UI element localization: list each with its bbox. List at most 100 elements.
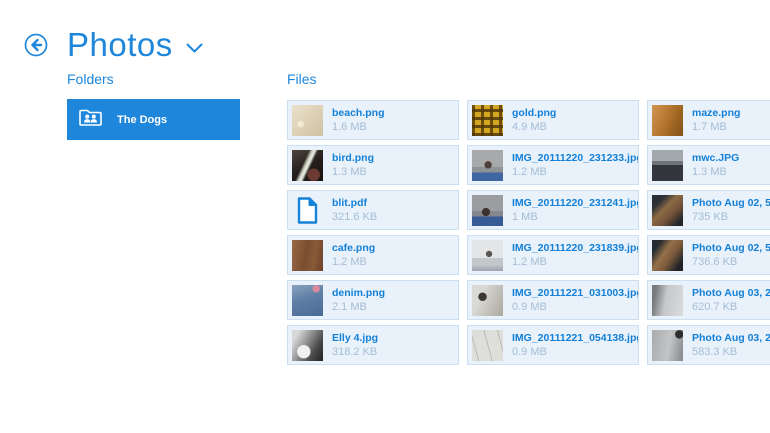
file-thumbnail <box>472 240 503 271</box>
file-meta: Elly 4.jpg 318.2 KB <box>332 332 378 359</box>
file-name: denim.png <box>332 287 385 300</box>
file-tile[interactable]: IMG_20111221_054138.jpg 0.9 MB <box>467 325 639 365</box>
file-size: 1.2 MB <box>512 166 634 179</box>
file-thumbnail <box>472 105 503 136</box>
folder-item-the-dogs[interactable]: The Dogs <box>67 99 240 140</box>
file-name: IMG_20111220_231241.jpg <box>512 197 634 210</box>
file-name: Photo Aug 02, 5 58 36 <box>692 197 770 210</box>
chevron-down-icon[interactable] <box>186 41 203 59</box>
file-tile[interactable]: gold.png 4.9 MB <box>467 100 639 140</box>
file-meta: cafe.png 1.2 MB <box>332 242 375 269</box>
file-meta: IMG_20111221_031003.jpg 0.9 MB <box>512 287 634 314</box>
file-size: 583.3 KB <box>692 346 770 359</box>
app-header: Photos <box>24 28 203 61</box>
file-tile[interactable]: Photo Aug 02, 5 58 36 735 KB <box>647 190 770 230</box>
file-name: cafe.png <box>332 242 375 255</box>
file-thumbnail <box>652 105 683 136</box>
file-meta: Photo Aug 03, 2 48 34 583.3 KB <box>692 332 770 359</box>
file-size: 4.9 MB <box>512 121 556 134</box>
folder-name: The Dogs <box>117 114 167 126</box>
file-name: bird.png <box>332 152 374 165</box>
file-tile[interactable]: cafe.png 1.2 MB <box>287 235 459 275</box>
file-meta: bird.png 1.3 MB <box>332 152 374 179</box>
file-name: IMG_20111221_031003.jpg <box>512 287 634 300</box>
file-thumbnail <box>652 285 683 316</box>
file-tile[interactable]: Elly 4.jpg 318.2 KB <box>287 325 459 365</box>
file-meta: Photo Aug 02, 5 58 36 735 KB <box>692 197 770 224</box>
file-name: gold.png <box>512 107 556 120</box>
file-meta: mwc.JPG 1.3 MB <box>692 152 739 179</box>
file-tile[interactable]: mwc.JPG 1.3 MB <box>647 145 770 185</box>
file-name: mwc.JPG <box>692 152 739 165</box>
file-size: 620.7 KB <box>692 301 770 314</box>
file-size: 1.2 MB <box>512 256 634 269</box>
file-thumbnail <box>292 285 323 316</box>
file-size: 321.6 KB <box>332 211 377 224</box>
file-size: 1.3 MB <box>692 166 739 179</box>
file-tile[interactable]: Photo Aug 03, 2 48 31 620.7 KB <box>647 280 770 320</box>
file-tile[interactable]: blit.pdf 321.6 KB <box>287 190 459 230</box>
file-name: maze.png <box>692 107 740 120</box>
file-tile[interactable]: Photo Aug 03, 2 48 34 583.3 KB <box>647 325 770 365</box>
files-heading: Files <box>287 71 770 87</box>
file-meta: maze.png 1.7 MB <box>692 107 740 134</box>
file-meta: IMG_20111221_054138.jpg 0.9 MB <box>512 332 634 359</box>
file-thumbnail <box>652 195 683 226</box>
file-thumbnail <box>292 240 323 271</box>
file-size: 736.6 KB <box>692 256 770 269</box>
files-section: Files beach.png 1.6 MB bird.png 1.3 MB <box>287 71 770 365</box>
file-thumbnail <box>652 330 683 361</box>
file-name: Photo Aug 02, 5 58 33 <box>692 242 770 255</box>
file-tile[interactable]: beach.png 1.6 MB <box>287 100 459 140</box>
file-meta: IMG_20111220_231241.jpg 1 MB <box>512 197 634 224</box>
file-size: 318.2 KB <box>332 346 378 359</box>
file-tile[interactable]: Photo Aug 02, 5 58 33 736.6 KB <box>647 235 770 275</box>
file-name: IMG_20111220_231233.jpg <box>512 152 634 165</box>
files-grid: beach.png 1.6 MB bird.png 1.3 MB blit.pd… <box>287 100 770 365</box>
file-size: 0.9 MB <box>512 301 634 314</box>
file-thumbnail <box>472 150 503 181</box>
file-thumbnail <box>652 150 683 181</box>
people-folder-icon <box>79 108 102 131</box>
file-tile[interactable]: IMG_20111220_231241.jpg 1 MB <box>467 190 639 230</box>
file-size: 0.9 MB <box>512 346 634 359</box>
file-thumbnail <box>292 195 323 226</box>
file-name: IMG_20111220_231839.jpg <box>512 242 634 255</box>
folders-heading: Folders <box>67 71 240 87</box>
file-meta: gold.png 4.9 MB <box>512 107 556 134</box>
file-thumbnail <box>292 150 323 181</box>
file-meta: IMG_20111220_231233.jpg 1.2 MB <box>512 152 634 179</box>
file-size: 1.2 MB <box>332 256 375 269</box>
file-thumbnail <box>292 105 323 136</box>
file-tile[interactable]: maze.png 1.7 MB <box>647 100 770 140</box>
file-name: blit.pdf <box>332 197 377 210</box>
file-thumbnail <box>472 330 503 361</box>
file-size: 2.1 MB <box>332 301 385 314</box>
folders-section: Folders The Dogs <box>67 71 240 140</box>
file-thumbnail <box>472 285 503 316</box>
file-name: beach.png <box>332 107 385 120</box>
file-name: Photo Aug 03, 2 48 31 <box>692 287 770 300</box>
back-button[interactable] <box>24 33 48 57</box>
file-tile[interactable]: IMG_20111221_031003.jpg 0.9 MB <box>467 280 639 320</box>
file-tile[interactable]: IMG_20111220_231233.jpg 1.2 MB <box>467 145 639 185</box>
file-meta: beach.png 1.6 MB <box>332 107 385 134</box>
file-thumbnail <box>472 195 503 226</box>
file-thumbnail <box>652 240 683 271</box>
file-meta: denim.png 2.1 MB <box>332 287 385 314</box>
file-meta: Photo Aug 03, 2 48 31 620.7 KB <box>692 287 770 314</box>
file-thumbnail <box>292 330 323 361</box>
file-name: IMG_20111221_054138.jpg <box>512 332 634 345</box>
file-size: 1.7 MB <box>692 121 740 134</box>
file-size: 1.6 MB <box>332 121 385 134</box>
file-tile[interactable]: bird.png 1.3 MB <box>287 145 459 185</box>
file-size: 735 KB <box>692 211 770 224</box>
file-name: Elly 4.jpg <box>332 332 378 345</box>
back-arrow-icon <box>24 33 48 57</box>
file-size: 1 MB <box>512 211 634 224</box>
file-tile[interactable]: denim.png 2.1 MB <box>287 280 459 320</box>
document-icon <box>297 197 318 224</box>
file-name: Photo Aug 03, 2 48 34 <box>692 332 770 345</box>
file-meta: blit.pdf 321.6 KB <box>332 197 377 224</box>
file-tile[interactable]: IMG_20111220_231839.jpg 1.2 MB <box>467 235 639 275</box>
